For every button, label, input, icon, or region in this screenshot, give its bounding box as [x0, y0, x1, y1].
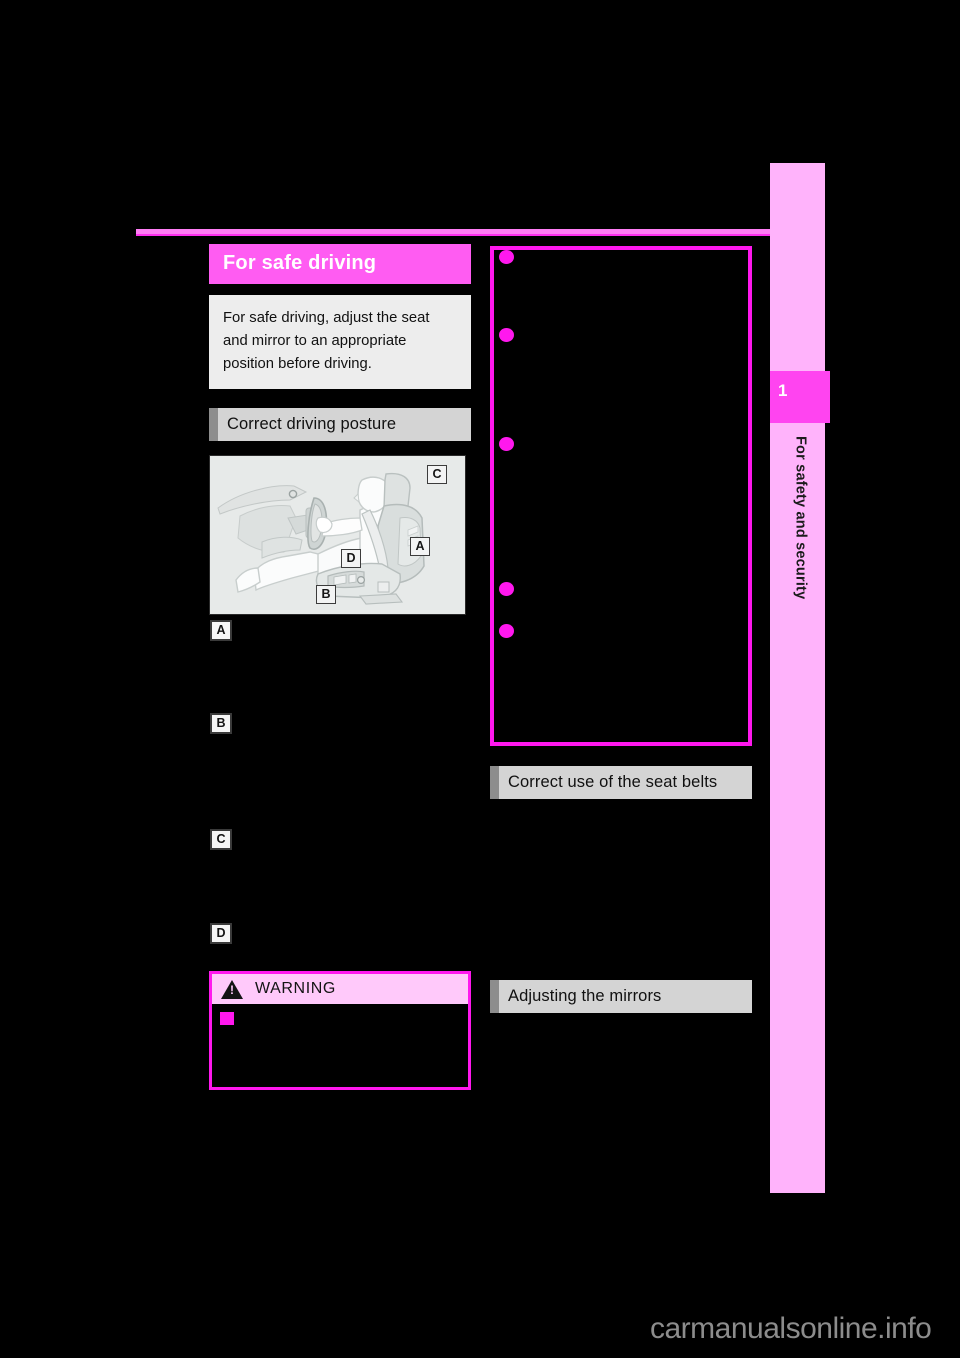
site-watermark: carmanualsonline.info [650, 1312, 932, 1345]
notice-bullet-icon-5 [499, 624, 514, 638]
warning-triangle-icon [221, 979, 243, 999]
manual-page: 1 For safety and security For safe drivi… [0, 0, 960, 1358]
chapter-label-text: For safety and security [792, 436, 809, 600]
page-top-rule-accent [136, 234, 775, 236]
chapter-label: For safety and security [770, 430, 825, 690]
warning-header: WARNING [212, 974, 468, 1004]
notice-bullet-icon-1 [499, 250, 514, 264]
warning-bullet-icon [220, 1012, 234, 1025]
subsection-header-label: Correct driving posture [227, 415, 397, 433]
subsection-header-seat-belts: Correct use of the seat belts [490, 766, 752, 799]
notice-box [490, 246, 752, 746]
chapter-number: 1 [778, 381, 788, 400]
subsection-header-correct-driving-posture: Correct driving posture [209, 408, 471, 441]
notice-bullet-icon-3 [499, 437, 514, 451]
warning-label: WARNING [255, 980, 336, 997]
figure-callout-a: A [410, 537, 430, 556]
warning-body [212, 1004, 468, 1087]
list-marker-d: D [210, 923, 232, 944]
subsection-accent-bar [490, 766, 499, 799]
driving-posture-figure: C A D B [209, 455, 466, 615]
figure-callout-b: B [316, 585, 336, 604]
page-title: For safe driving [209, 244, 471, 284]
subsection-accent-bar [209, 408, 218, 441]
warning-box: WARNING [209, 971, 471, 1090]
subsection-header-label: Correct use of the seat belts [508, 773, 718, 791]
figure-callout-d: D [341, 549, 361, 568]
subsection-header-mirrors: Adjusting the mirrors [490, 980, 752, 1013]
intro-paragraph: For safe driving, adjust the seat and mi… [209, 295, 471, 389]
notice-bullet-icon-2 [499, 328, 514, 342]
list-marker-c: C [210, 829, 232, 850]
list-marker-b: B [210, 713, 232, 734]
left-column: For safe driving For safe driving, adjus… [209, 244, 471, 615]
subsection-header-label: Adjusting the mirrors [508, 987, 662, 1005]
subsection-accent-bar [490, 980, 499, 1013]
list-marker-a: A [210, 620, 232, 641]
figure-callout-c: C [427, 465, 447, 484]
notice-bullet-icon-4 [499, 582, 514, 596]
